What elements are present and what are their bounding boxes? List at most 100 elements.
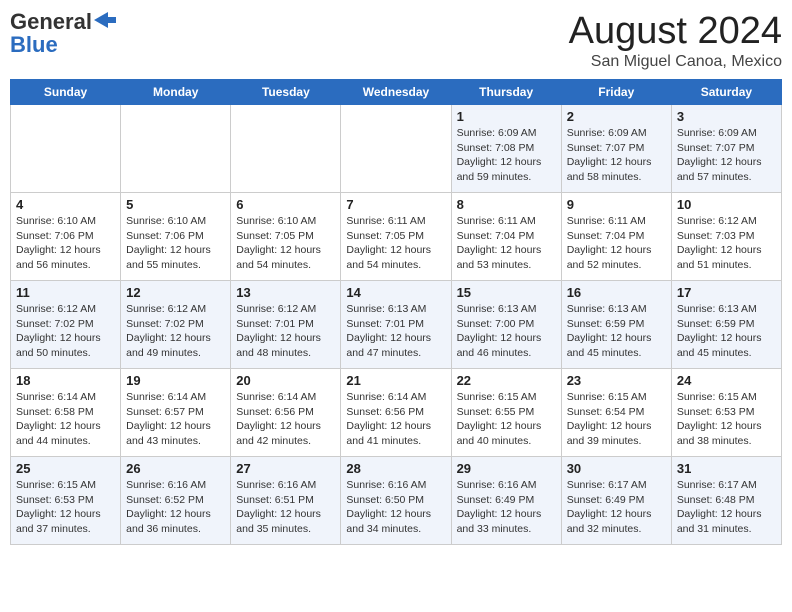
logo-text: General	[10, 10, 92, 34]
logo: General Blue	[10, 10, 116, 58]
calendar-cell: 13 Sunrise: 6:12 AMSunset: 7:01 PMDayligh…	[231, 281, 341, 369]
day-info: Sunrise: 6:10 AMSunset: 7:06 PMDaylight:…	[16, 214, 115, 273]
day-info: Sunrise: 6:11 AMSunset: 7:04 PMDaylight:…	[457, 214, 556, 273]
calendar-subtitle: San Miguel Canoa, Mexico	[569, 53, 782, 71]
calendar-cell: 6Sunrise: 6:10 AMSunset: 7:05 PMDaylight…	[231, 193, 341, 281]
day-number: 31	[677, 461, 776, 476]
day-number: 24	[677, 373, 776, 388]
calendar-cell: 4 Sunrise: 6:10 AMSunset: 7:06 PMDaylight…	[11, 193, 121, 281]
day-number: 5	[126, 197, 225, 212]
calendar-cell: 15 Sunrise: 6:13 AMSunset: 7:00 PMDayligh…	[451, 281, 561, 369]
day-info: Sunrise: 6:16 AMSunset: 6:51 PMDaylight:…	[236, 478, 335, 537]
day-info: Sunrise: 6:12 AMSunset: 7:01 PMDaylight:…	[236, 302, 335, 361]
calendar-cell: 9Sunrise: 6:11 AMSunset: 7:04 PMDaylight…	[561, 193, 671, 281]
calendar-cell: 3 Sunrise: 6:09 AMSunset: 7:07 PMDaylight…	[671, 105, 781, 193]
day-number: 3	[677, 109, 776, 124]
calendar-cell: 24 Sunrise: 6:15 AMSunset: 6:53 PMDayligh…	[671, 369, 781, 457]
day-info: Sunrise: 6:13 AMSunset: 7:00 PMDaylight:…	[457, 302, 556, 361]
day-number: 30	[567, 461, 666, 476]
calendar-week-row: 1 Sunrise: 6:09 AMSunset: 7:08 PMDaylight…	[11, 105, 782, 193]
calendar-cell: 12 Sunrise: 6:12 AMSunset: 7:02 PMDayligh…	[121, 281, 231, 369]
day-info: Sunrise: 6:09 AMSunset: 7:07 PMDaylight:…	[567, 126, 666, 185]
day-info: Sunrise: 6:12 AMSunset: 7:02 PMDaylight:…	[16, 302, 115, 361]
day-number: 16	[567, 285, 666, 300]
calendar-cell: 17Sunrise: 6:13 AMSunset: 6:59 PMDayligh…	[671, 281, 781, 369]
page-header: General Blue August 2024 San Miguel Cano…	[10, 10, 782, 71]
day-info: Sunrise: 6:13 AMSunset: 6:59 PMDaylight:…	[567, 302, 666, 361]
day-number: 27	[236, 461, 335, 476]
title-block: August 2024 San Miguel Canoa, Mexico	[569, 10, 782, 71]
calendar-cell: 5 Sunrise: 6:10 AMSunset: 7:06 PMDaylight…	[121, 193, 231, 281]
day-info: Sunrise: 6:14 AMSunset: 6:57 PMDaylight:…	[126, 390, 225, 449]
day-info: Sunrise: 6:13 AMSunset: 7:01 PMDaylight:…	[346, 302, 445, 361]
day-info: Sunrise: 6:11 AMSunset: 7:04 PMDaylight:…	[567, 214, 666, 273]
calendar-cell	[341, 105, 451, 193]
calendar-week-row: 18Sunrise: 6:14 AMSunset: 6:58 PMDayligh…	[11, 369, 782, 457]
day-number: 14	[346, 285, 445, 300]
logo-blue-text: Blue	[10, 32, 58, 58]
calendar-week-row: 25 Sunrise: 6:15 AMSunset: 6:53 PMDayligh…	[11, 457, 782, 545]
calendar-cell: 25 Sunrise: 6:15 AMSunset: 6:53 PMDayligh…	[11, 457, 121, 545]
calendar-cell: 31 Sunrise: 6:17 AMSunset: 6:48 PMDayligh…	[671, 457, 781, 545]
calendar-cell: 22Sunrise: 6:15 AMSunset: 6:55 PMDayligh…	[451, 369, 561, 457]
day-number: 23	[567, 373, 666, 388]
day-number: 2	[567, 109, 666, 124]
day-number: 22	[457, 373, 556, 388]
weekday-header: Thursday	[451, 80, 561, 105]
day-info: Sunrise: 6:12 AMSunset: 7:02 PMDaylight:…	[126, 302, 225, 361]
calendar-cell: 23Sunrise: 6:15 AMSunset: 6:54 PMDayligh…	[561, 369, 671, 457]
weekday-header: Monday	[121, 80, 231, 105]
calendar-cell: 21Sunrise: 6:14 AMSunset: 6:56 PMDayligh…	[341, 369, 451, 457]
day-info: Sunrise: 6:09 AMSunset: 7:07 PMDaylight:…	[677, 126, 776, 185]
calendar-cell: 10Sunrise: 6:12 AMSunset: 7:03 PMDayligh…	[671, 193, 781, 281]
day-info: Sunrise: 6:10 AMSunset: 7:06 PMDaylight:…	[126, 214, 225, 273]
day-number: 25	[16, 461, 115, 476]
calendar-cell	[11, 105, 121, 193]
day-number: 6	[236, 197, 335, 212]
day-info: Sunrise: 6:16 AMSunset: 6:49 PMDaylight:…	[457, 478, 556, 537]
day-number: 20	[236, 373, 335, 388]
day-number: 7	[346, 197, 445, 212]
day-number: 4	[16, 197, 115, 212]
day-info: Sunrise: 6:17 AMSunset: 6:49 PMDaylight:…	[567, 478, 666, 537]
day-number: 21	[346, 373, 445, 388]
weekday-header-row: SundayMondayTuesdayWednesdayThursdayFrid…	[11, 80, 782, 105]
calendar-cell: 8 Sunrise: 6:11 AMSunset: 7:04 PMDaylight…	[451, 193, 561, 281]
day-info: Sunrise: 6:09 AMSunset: 7:08 PMDaylight:…	[457, 126, 556, 185]
calendar-cell	[231, 105, 341, 193]
calendar-cell: 27 Sunrise: 6:16 AMSunset: 6:51 PMDayligh…	[231, 457, 341, 545]
calendar-cell: 1 Sunrise: 6:09 AMSunset: 7:08 PMDaylight…	[451, 105, 561, 193]
calendar-cell: 7 Sunrise: 6:11 AMSunset: 7:05 PMDaylight…	[341, 193, 451, 281]
calendar-cell: 26 Sunrise: 6:16 AMSunset: 6:52 PMDayligh…	[121, 457, 231, 545]
day-info: Sunrise: 6:17 AMSunset: 6:48 PMDaylight:…	[677, 478, 776, 537]
logo-arrow-icon	[94, 12, 116, 33]
calendar-week-row: 11 Sunrise: 6:12 AMSunset: 7:02 PMDayligh…	[11, 281, 782, 369]
calendar-week-row: 4 Sunrise: 6:10 AMSunset: 7:06 PMDaylight…	[11, 193, 782, 281]
calendar-cell: 28Sunrise: 6:16 AMSunset: 6:50 PMDayligh…	[341, 457, 451, 545]
day-number: 19	[126, 373, 225, 388]
day-number: 12	[126, 285, 225, 300]
day-info: Sunrise: 6:15 AMSunset: 6:53 PMDaylight:…	[16, 478, 115, 537]
day-info: Sunrise: 6:16 AMSunset: 6:50 PMDaylight:…	[346, 478, 445, 537]
weekday-header: Friday	[561, 80, 671, 105]
day-number: 8	[457, 197, 556, 212]
day-number: 1	[457, 109, 556, 124]
weekday-header: Sunday	[11, 80, 121, 105]
calendar-cell: 11 Sunrise: 6:12 AMSunset: 7:02 PMDayligh…	[11, 281, 121, 369]
calendar-cell: 14 Sunrise: 6:13 AMSunset: 7:01 PMDayligh…	[341, 281, 451, 369]
weekday-header: Wednesday	[341, 80, 451, 105]
calendar-cell: 20Sunrise: 6:14 AMSunset: 6:56 PMDayligh…	[231, 369, 341, 457]
calendar-cell	[121, 105, 231, 193]
day-number: 26	[126, 461, 225, 476]
day-number: 29	[457, 461, 556, 476]
day-number: 11	[16, 285, 115, 300]
day-number: 15	[457, 285, 556, 300]
calendar-cell: 18Sunrise: 6:14 AMSunset: 6:58 PMDayligh…	[11, 369, 121, 457]
day-number: 13	[236, 285, 335, 300]
weekday-header: Tuesday	[231, 80, 341, 105]
day-info: Sunrise: 6:11 AMSunset: 7:05 PMDaylight:…	[346, 214, 445, 273]
day-info: Sunrise: 6:14 AMSunset: 6:58 PMDaylight:…	[16, 390, 115, 449]
day-info: Sunrise: 6:13 AMSunset: 6:59 PMDaylight:…	[677, 302, 776, 361]
day-info: Sunrise: 6:15 AMSunset: 6:53 PMDaylight:…	[677, 390, 776, 449]
day-info: Sunrise: 6:16 AMSunset: 6:52 PMDaylight:…	[126, 478, 225, 537]
